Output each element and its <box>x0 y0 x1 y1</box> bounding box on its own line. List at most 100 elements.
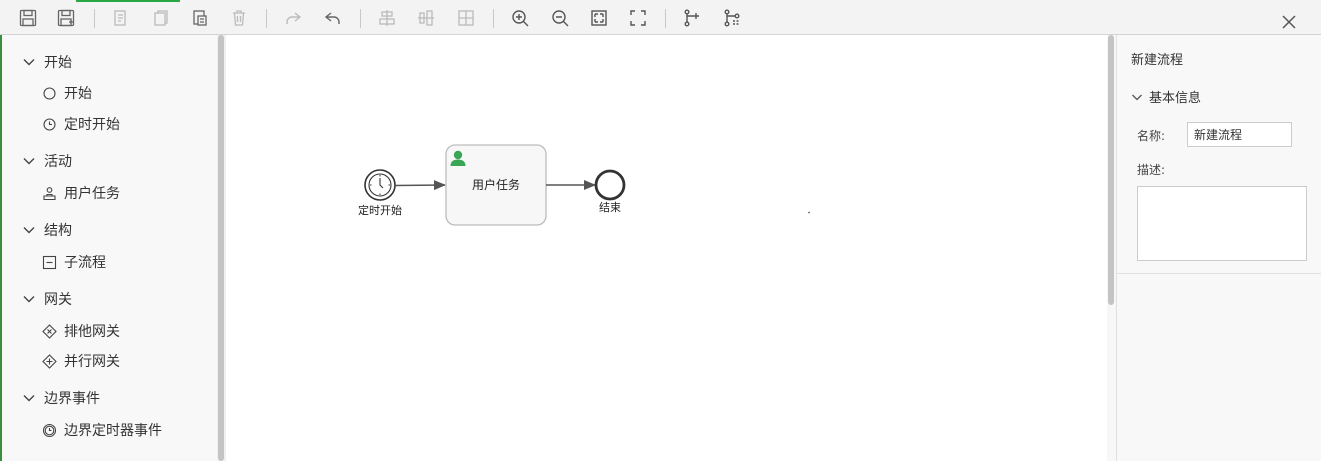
palette-scrollbar-thumb[interactable] <box>218 35 224 461</box>
palette-group-start[interactable]: 开始 <box>22 52 72 72</box>
flow-settings-button[interactable] <box>720 6 744 30</box>
palette-group-gateway[interactable]: 网关 <box>22 289 72 309</box>
toolbar-separator <box>266 9 267 28</box>
delete-icon <box>233 10 245 26</box>
cut-icon <box>114 10 126 26</box>
align-horizontal-icon <box>379 10 395 26</box>
chevron-down-icon <box>23 296 35 303</box>
close-icon[interactable] <box>1280 13 1298 31</box>
properties-divider <box>1117 273 1321 274</box>
paste-button[interactable] <box>188 6 212 30</box>
properties-title: 新建流程 <box>1131 53 1184 68</box>
undo-icon <box>324 12 340 24</box>
distribute-button[interactable] <box>454 6 478 30</box>
add-flow-icon <box>684 9 699 27</box>
bpmn-diagram: 定时开始 用户任务 结束 <box>358 144 811 226</box>
palette-group-label: 活动 <box>44 154 72 170</box>
user-task-icon <box>43 186 56 200</box>
distribute-icon <box>458 10 474 26</box>
toolbar-separator <box>360 9 361 28</box>
chevron-down-icon <box>23 227 35 234</box>
redo-button[interactable] <box>281 6 305 30</box>
delete-button[interactable] <box>227 6 251 30</box>
align-vertical-icon <box>418 10 434 26</box>
zoom-in-button[interactable] <box>508 6 532 30</box>
timer-start-event[interactable] <box>364 169 396 201</box>
basic-info-label: 基本信息 <box>1149 91 1202 106</box>
description-textarea[interactable] <box>1137 186 1307 261</box>
process-designer: 开始 开始 定时开始 活动 用户任务 结构 子流程 网关 排他网关 并行网关 边… <box>0 0 1321 461</box>
palette-item-label: 并行网关 <box>64 354 120 370</box>
end-event-label: 结束 <box>599 201 621 214</box>
palette-group-label: 网关 <box>44 292 72 308</box>
exclusive-gateway-icon <box>42 323 57 339</box>
zoom-out-button[interactable] <box>548 6 572 30</box>
zoom-out-icon <box>552 10 569 27</box>
timer-start-label: 定时开始 <box>358 203 402 217</box>
sequence-flow[interactable] <box>394 180 446 191</box>
end-event[interactable] <box>594 169 626 201</box>
toolbar-separator <box>665 9 666 28</box>
palette-item-user-task[interactable]: 用户任务 <box>42 183 120 203</box>
palette-item-label: 子流程 <box>64 255 106 271</box>
toolbar-separator <box>94 9 95 28</box>
fit-screen-button[interactable] <box>587 6 611 30</box>
actual-size-icon <box>630 10 646 26</box>
palette-group-activity[interactable]: 活动 <box>22 151 72 171</box>
canvas-scrollbar[interactable] <box>1107 35 1116 461</box>
diagram-canvas[interactable]: 定时开始 用户任务 结束 <box>226 35 1107 461</box>
boundary-timer-icon <box>42 423 57 437</box>
paste-icon <box>193 10 207 26</box>
chevron-down-icon <box>23 158 35 165</box>
add-flow-button[interactable] <box>680 6 704 30</box>
palette-item-timer-start[interactable]: 定时开始 <box>42 114 120 134</box>
toolbar-separator <box>493 9 494 28</box>
name-input[interactable] <box>1187 122 1292 147</box>
align-horizontal-button[interactable] <box>375 6 399 30</box>
fit-screen-icon <box>591 10 607 26</box>
copy-icon <box>154 10 168 26</box>
user-task-label: 用户任务 <box>472 177 520 192</box>
palette-item-label: 开始 <box>64 86 92 102</box>
palette-group-label: 开始 <box>44 55 72 71</box>
toolbar-accent-bar <box>76 0 180 2</box>
zoom-in-icon <box>512 10 529 27</box>
undo-button[interactable] <box>321 6 345 30</box>
save-as-button[interactable] <box>54 6 78 30</box>
palette-item-label: 排他网关 <box>64 324 120 340</box>
flow-settings-icon <box>724 9 740 27</box>
palette-scrollbar[interactable] <box>217 35 226 461</box>
save-icon <box>19 9 37 27</box>
chevron-down-icon <box>23 59 35 66</box>
chevron-down-icon <box>23 395 35 402</box>
palette-item-subprocess[interactable]: 子流程 <box>42 252 106 272</box>
save-as-icon <box>57 9 75 27</box>
palette-item-boundary-timer[interactable]: 边界定时器事件 <box>42 420 162 440</box>
name-label: 名称: <box>1137 129 1166 143</box>
clock-icon <box>43 117 56 131</box>
copy-button[interactable] <box>148 6 172 30</box>
cut-button[interactable] <box>109 6 133 30</box>
toolbar <box>0 0 1321 35</box>
parallel-gateway-icon <box>42 353 57 369</box>
palette-item-label: 定时开始 <box>64 117 120 133</box>
subprocess-icon <box>42 255 57 269</box>
chevron-down-icon <box>1132 94 1142 100</box>
canvas-scrollbar-thumb[interactable] <box>1108 35 1114 305</box>
basic-info-section-toggle[interactable]: 基本信息 <box>1131 87 1201 106</box>
palette-item-label: 用户任务 <box>64 186 120 202</box>
palette-item-start[interactable]: 开始 <box>42 83 92 103</box>
actual-size-button[interactable] <box>626 6 650 30</box>
canvas-cursor-mark <box>807 211 811 214</box>
redo-icon <box>286 12 302 24</box>
circle-icon <box>43 86 56 100</box>
palette-group-boundary-event[interactable]: 边界事件 <box>22 388 100 408</box>
description-label: 描述: <box>1137 163 1166 177</box>
palette-item-exclusive-gateway[interactable]: 排他网关 <box>42 321 120 341</box>
palette-item-parallel-gateway[interactable]: 并行网关 <box>42 351 120 371</box>
palette-group-label: 边界事件 <box>44 391 100 407</box>
save-button[interactable] <box>16 6 40 30</box>
palette-item-label: 边界定时器事件 <box>64 423 162 439</box>
palette-group-structure[interactable]: 结构 <box>22 220 72 240</box>
align-vertical-button[interactable] <box>414 6 438 30</box>
